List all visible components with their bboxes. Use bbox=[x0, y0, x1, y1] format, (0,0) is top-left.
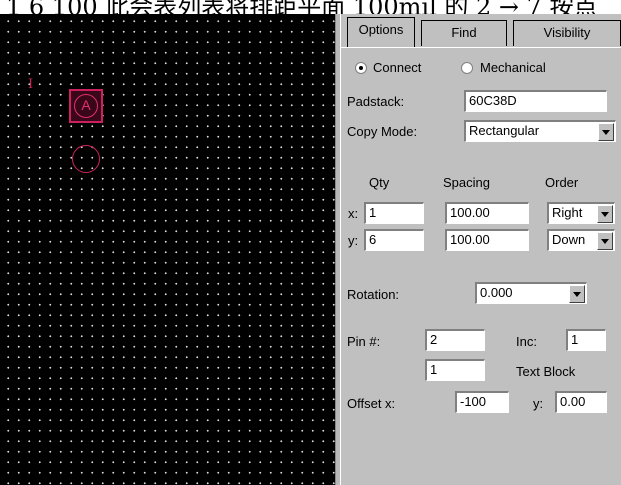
pad-pin-2[interactable] bbox=[72, 145, 100, 173]
offset-x-field[interactable]: -100 bbox=[455, 391, 509, 413]
rotation-select[interactable]: 0.000 bbox=[475, 282, 587, 304]
pad-pin-1[interactable]: A bbox=[69, 89, 103, 123]
chevron-down-icon[interactable] bbox=[597, 205, 613, 223]
caption-text: 1 6 100 此会表列表将排距平面 100mil 的 2 → 7 按点 bbox=[6, 0, 598, 14]
copy-mode-label: Copy Mode: bbox=[347, 124, 418, 139]
y-spacing-field[interactable]: 100.00 bbox=[445, 229, 529, 251]
x-spacing-field[interactable]: 100.00 bbox=[445, 202, 529, 224]
y-order-value: Down bbox=[552, 232, 586, 247]
rotation-label: Rotation: bbox=[347, 287, 400, 302]
cursor-mark: I bbox=[28, 77, 34, 92]
chevron-down-icon[interactable] bbox=[597, 232, 613, 250]
y-row-label: y: bbox=[348, 233, 359, 248]
pin-number-field[interactable]: 2 bbox=[425, 329, 485, 351]
inc-label: Inc: bbox=[516, 334, 537, 349]
tab-underline bbox=[341, 47, 621, 48]
mechanical-label[interactable]: Mechanical bbox=[480, 60, 546, 75]
padstack-field[interactable]: 60C38D bbox=[464, 90, 607, 112]
offset-x-label: Offset x: bbox=[347, 396, 396, 411]
spacing-header: Spacing bbox=[443, 175, 490, 190]
text-block-field[interactable]: 1 bbox=[425, 359, 485, 381]
x-row-label: x: bbox=[348, 206, 359, 221]
design-canvas[interactable]: I A bbox=[0, 14, 335, 485]
tab-find[interactable]: Find bbox=[421, 20, 507, 46]
tab-visibility[interactable]: Visibility bbox=[513, 20, 621, 46]
copy-mode-select[interactable]: Rectangular bbox=[464, 120, 616, 142]
offset-y-field[interactable]: 0.00 bbox=[555, 391, 607, 413]
chevron-down-icon[interactable] bbox=[598, 123, 614, 141]
x-qty-field[interactable]: 1 bbox=[364, 202, 424, 224]
qty-header: Qty bbox=[369, 175, 390, 190]
caption-strip: 1 6 100 此会表列表将排距平面 100mil 的 2 → 7 按点 bbox=[0, 0, 621, 14]
rotation-value: 0.000 bbox=[480, 285, 513, 300]
x-order-value: Right bbox=[552, 205, 583, 220]
tab-bar: Options Find Visibility bbox=[341, 14, 621, 48]
connect-label[interactable]: Connect bbox=[373, 60, 421, 75]
y-qty-field[interactable]: 6 bbox=[364, 229, 424, 251]
padstack-label: Padstack: bbox=[347, 94, 405, 109]
connect-radio[interactable] bbox=[355, 62, 367, 74]
copy-mode-value: Rectangular bbox=[469, 123, 540, 138]
options-panel: Options Find Visibility Connect Mechanic… bbox=[340, 14, 621, 485]
inc-field[interactable]: 1 bbox=[566, 329, 606, 351]
x-order-select[interactable]: Right bbox=[547, 202, 615, 224]
y-order-select[interactable]: Down bbox=[547, 229, 615, 251]
chevron-down-icon[interactable] bbox=[569, 285, 585, 303]
tab-options[interactable]: Options bbox=[347, 17, 415, 47]
pin-label: Pin #: bbox=[347, 334, 381, 349]
offset-y-label: y: bbox=[533, 396, 544, 411]
mechanical-radio[interactable] bbox=[461, 62, 473, 74]
order-header: Order bbox=[545, 175, 579, 190]
text-block-label: Text Block bbox=[516, 364, 576, 379]
pad-drill-circle: A bbox=[74, 94, 98, 118]
